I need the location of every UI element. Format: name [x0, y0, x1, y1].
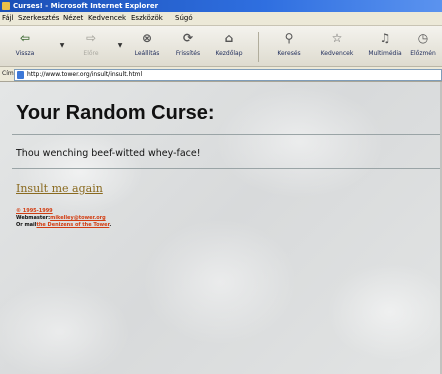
mail-line: Or mailthe Denizens of the Tower. — [16, 222, 111, 228]
forward-button[interactable]: ⇨ Előre — [70, 28, 112, 64]
page-title: Your Random Curse: — [16, 102, 215, 124]
favorites-icon: ☆ — [331, 31, 343, 45]
toolbar: ⇦ Vissza ▼ ⇨ Előre ▼ ⊗ Leállítás ⟳ Friss… — [0, 26, 442, 67]
menu-edit[interactable]: Szerkesztés — [18, 12, 59, 25]
multimedia-button[interactable]: ♫ Multimédia — [364, 28, 406, 64]
random-curse-text: Thou wenching beef-witted whey-face! — [16, 148, 201, 159]
webmaster-line: Webmaster:mikelley@tower.org — [16, 215, 106, 221]
address-bar: Cím http://www.tower.org/insult/insult.h… — [0, 67, 442, 82]
menu-favorites[interactable]: Kedvencek — [88, 12, 126, 25]
refresh-button[interactable]: ⟳ Frissítés — [167, 28, 209, 64]
page-content: Your Random Curse: Thou wenching beef-wi… — [0, 82, 440, 374]
insult-again-link[interactable]: Insult me again — [16, 182, 103, 195]
copyright-link[interactable]: © 1995-1999 — [16, 208, 53, 214]
history-icon: ◷ — [417, 31, 429, 45]
ie-icon — [2, 2, 10, 10]
back-label: Vissza — [15, 50, 35, 57]
webmaster-label: Webmaster: — [16, 215, 51, 221]
divider — [12, 168, 440, 169]
title-bar: Curses! - Microsoft Internet Explorer — [0, 0, 442, 12]
menu-view[interactable]: Nézet — [63, 12, 83, 25]
history-button[interactable]: ◷ Előzmén — [404, 28, 442, 64]
forward-label: Előre — [83, 50, 99, 57]
multimedia-icon: ♫ — [379, 31, 391, 45]
forward-arrow-icon: ⇨ — [85, 31, 97, 45]
refresh-label: Frissítés — [175, 50, 201, 57]
search-icon: ⚲ — [284, 31, 294, 45]
stop-button[interactable]: ⊗ Leállítás — [126, 28, 168, 64]
denizens-link[interactable]: the Denizens of the Tower — [36, 222, 109, 228]
address-url: http://www.tower.org/insult/insult.html — [27, 71, 143, 78]
favorites-button[interactable]: ☆ Kedvencek — [316, 28, 358, 64]
page-icon — [17, 71, 24, 79]
history-label: Előzmén — [410, 50, 436, 57]
window-title: Curses! - Microsoft Internet Explorer — [13, 2, 159, 10]
mail-label: Or mail — [16, 222, 37, 228]
forward-dropdown-icon[interactable]: ▼ — [116, 42, 124, 50]
back-button[interactable]: ⇦ Vissza — [4, 28, 46, 64]
mail-suffix: . — [109, 222, 112, 228]
refresh-icon: ⟳ — [182, 31, 194, 45]
browser-window: Curses! - Microsoft Internet Explorer Fá… — [0, 0, 442, 374]
menu-file[interactable]: Fájl — [2, 12, 14, 25]
webmaster-email-link[interactable]: mikelley@tower.org — [50, 215, 106, 221]
back-dropdown-icon[interactable]: ▼ — [58, 42, 66, 50]
search-label: Keresés — [277, 50, 301, 57]
home-icon: ⌂ — [224, 31, 234, 45]
copyright-line: © 1995-1999 — [16, 208, 53, 214]
toolbar-separator — [258, 32, 259, 62]
home-button[interactable]: ⌂ Kezdőlap — [208, 28, 250, 64]
back-arrow-icon: ⇦ — [19, 31, 31, 45]
favorites-label: Kedvencek — [320, 50, 354, 57]
multimedia-label: Multimédia — [368, 50, 402, 57]
divider — [12, 134, 440, 135]
stop-icon: ⊗ — [141, 31, 153, 45]
search-button[interactable]: ⚲ Keresés — [268, 28, 310, 64]
menu-tools[interactable]: Eszközök — [131, 12, 163, 25]
address-input[interactable]: http://www.tower.org/insult/insult.html — [14, 69, 442, 81]
menu-bar: Fájl Szerkesztés Nézet Kedvencek Eszközö… — [0, 12, 442, 26]
stop-label: Leállítás — [134, 50, 160, 57]
menu-help[interactable]: Súgó — [175, 12, 193, 25]
address-label: Cím — [2, 70, 14, 77]
home-label: Kezdőlap — [215, 50, 243, 57]
